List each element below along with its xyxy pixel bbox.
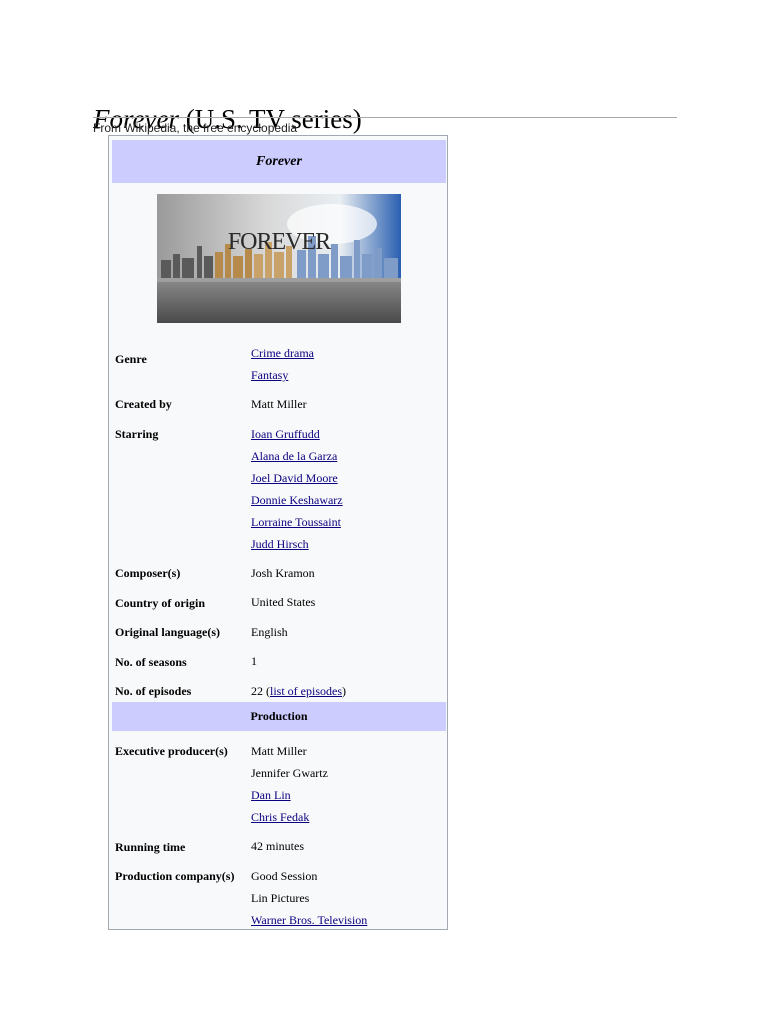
producer-link[interactable]: Dan Lin — [251, 787, 328, 809]
genre-link[interactable]: Crime drama — [251, 345, 314, 367]
composers-label: Composer(s) — [115, 566, 181, 580]
episodes-paren-close: ) — [342, 684, 346, 698]
list-of-episodes-link[interactable]: list of episodes — [270, 684, 342, 698]
episodes-label: No. of episodes — [115, 684, 192, 698]
created-by-label: Created by — [115, 397, 172, 411]
exec-producers-values: Matt Miller Jennifer Gwartz Dan Lin Chri… — [251, 743, 328, 831]
infobox: Forever FOREVER Genre Crime drama Fantas… — [108, 135, 448, 930]
language-value: English — [251, 625, 288, 639]
cast-member-link[interactable]: Lorraine Toussaint — [251, 514, 343, 536]
poster-wordmark: FOREVER — [228, 229, 331, 255]
running-time-label: Running time — [115, 840, 186, 854]
composers-values: Josh Kramon — [251, 565, 315, 587]
cast-member-link[interactable]: Judd Hirsch — [251, 536, 343, 558]
episodes-count: 22 — [251, 684, 263, 698]
language-values: English — [251, 624, 288, 646]
episodes-paren-open: ( — [263, 684, 270, 698]
show-poster-image: FOREVER — [157, 194, 401, 323]
exec-producers-label: Executive producer(s) — [115, 744, 228, 758]
production-companies-values: Good Session Lin Pictures Warner Bros. T… — [251, 868, 367, 934]
composer-name: Josh Kramon — [251, 566, 315, 580]
genre-values: Crime drama Fantasy — [251, 345, 314, 389]
page-subtitle: From Wikipedia, the free encyclopedia — [93, 121, 298, 135]
producer-name: Jennifer Gwartz — [251, 766, 328, 780]
language-label: Original language(s) — [115, 625, 221, 639]
title-divider — [93, 117, 677, 118]
starring-label: Starring — [115, 427, 159, 441]
infobox-image[interactable]: FOREVER — [157, 194, 401, 323]
company-name: Good Session — [251, 869, 318, 883]
infobox-header: Forever — [112, 140, 446, 183]
seasons-value: 1 — [251, 654, 257, 668]
running-time-value: 42 minutes — [251, 839, 304, 853]
country-label: Country of origin — [115, 596, 205, 610]
running-time-values: 42 minutes — [251, 838, 304, 860]
production-companies-label: Production company(s) — [115, 869, 235, 883]
starring-values: Ioan Gruffudd Alana de la Garza Joel Dav… — [251, 426, 343, 558]
seasons-values: 1 — [251, 653, 257, 675]
cast-member-link[interactable]: Joel David Moore — [251, 470, 343, 492]
cast-member-link[interactable]: Alana de la Garza — [251, 448, 343, 470]
genre-label: Genre — [115, 352, 147, 366]
producer-name: Matt Miller — [251, 744, 307, 758]
creator-name: Matt Miller — [251, 397, 307, 411]
seasons-label: No. of seasons — [115, 655, 187, 669]
cast-member-link[interactable]: Ioan Gruffudd — [251, 426, 343, 448]
company-name: Lin Pictures — [251, 891, 310, 905]
production-section-header: Production — [112, 702, 446, 731]
genre-link[interactable]: Fantasy — [251, 367, 314, 389]
country-values: United States — [251, 594, 315, 616]
country-value: United States — [251, 595, 316, 609]
created-by-values: Matt Miller — [251, 396, 307, 418]
cast-member-link[interactable]: Donnie Keshawarz — [251, 492, 343, 514]
company-link[interactable]: Warner Bros. Television — [251, 912, 367, 934]
producer-link[interactable]: Chris Fedak — [251, 809, 328, 831]
